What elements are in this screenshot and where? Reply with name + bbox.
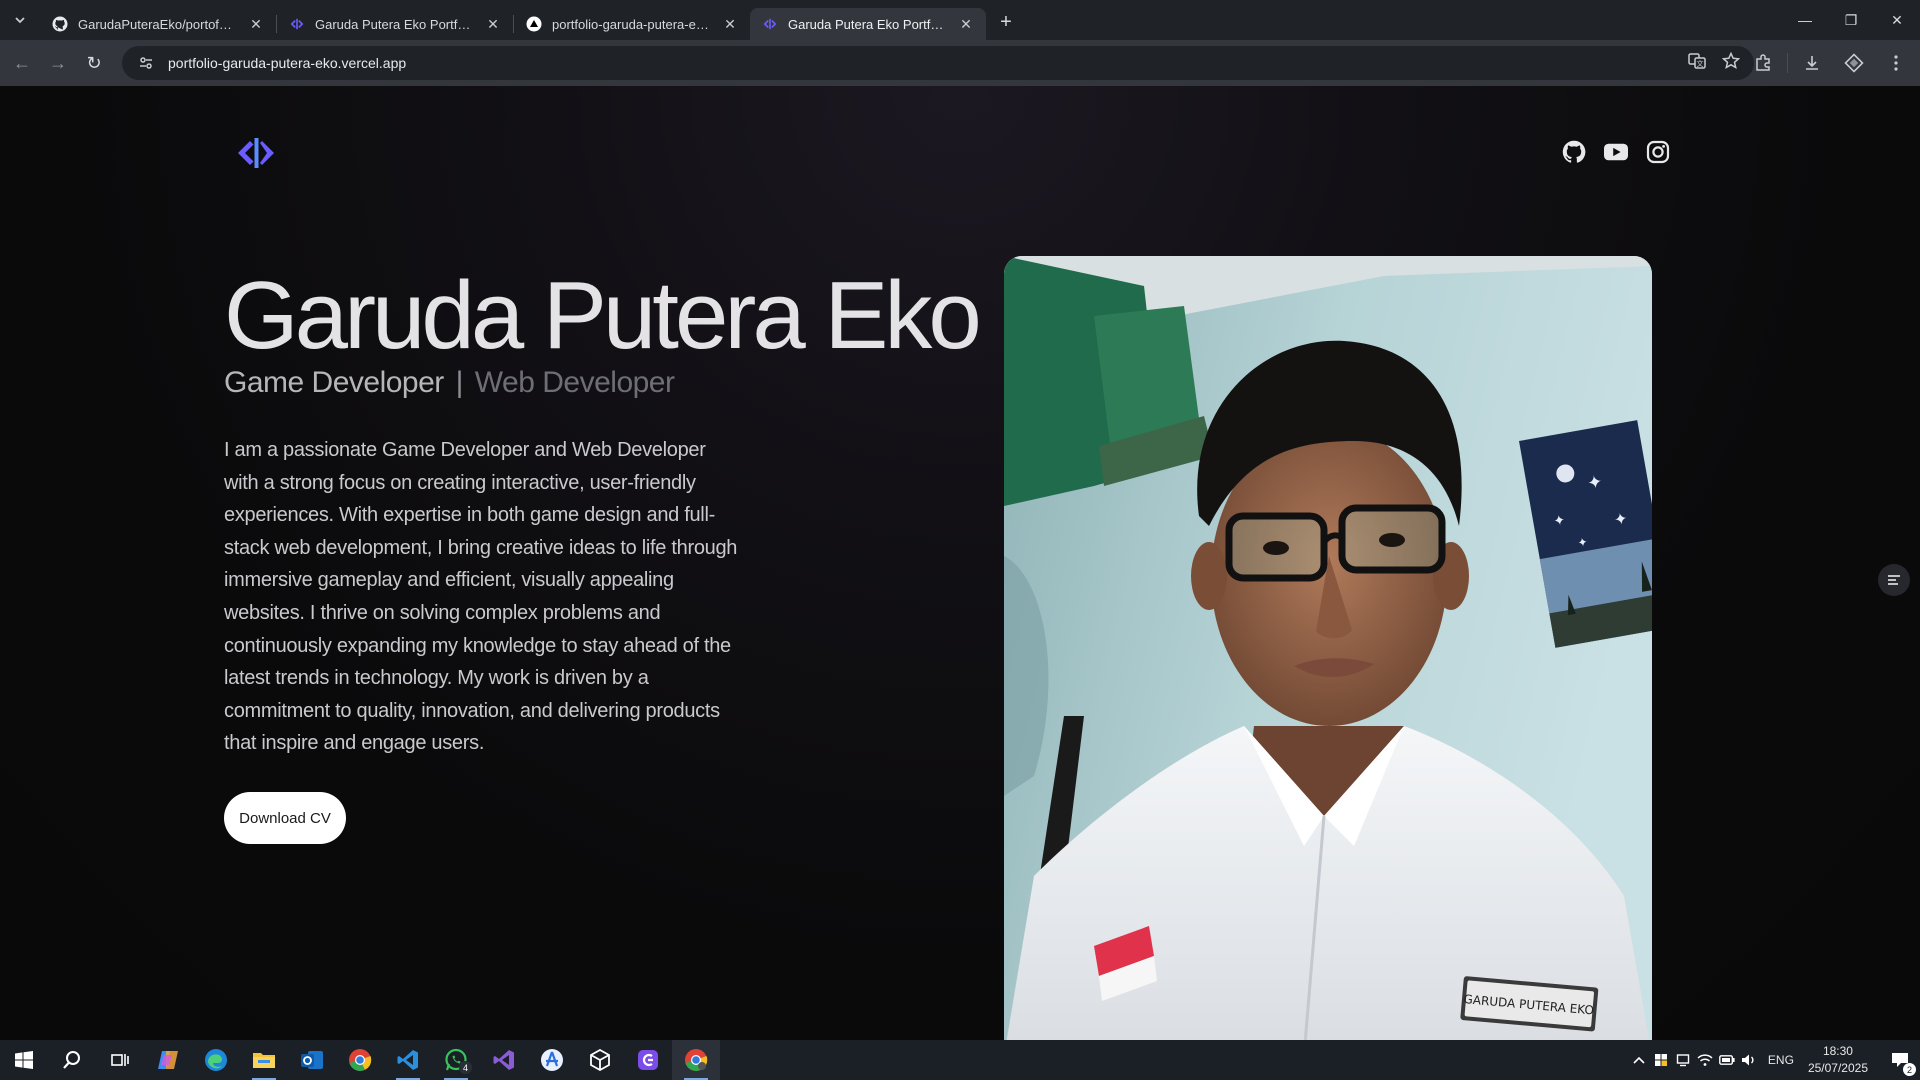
volume-icon[interactable] <box>1738 1040 1760 1080</box>
side-panel-toggle[interactable] <box>1878 564 1910 596</box>
notification-center-icon[interactable]: 2 <box>1880 1040 1920 1080</box>
browser-tab[interactable]: Garuda Putera Eko Portfolio ✕ <box>277 8 513 40</box>
tab-title: portfolio-garuda-putera-eko - Overview <box>552 16 712 32</box>
role-primary: Game Developer <box>224 366 444 399</box>
download-icon[interactable] <box>1794 45 1830 81</box>
tab-title: Garuda Putera Eko Portfolio <box>315 16 475 32</box>
bookmark-star-icon[interactable] <box>1721 51 1741 75</box>
youtube-icon[interactable] <box>1604 140 1628 164</box>
profile-avatar-icon[interactable] <box>1836 45 1872 81</box>
restore-icon[interactable]: ❐ <box>1828 0 1874 40</box>
filter-icon <box>1888 575 1900 585</box>
reload-icon[interactable]: ↻ <box>76 45 112 81</box>
address-bar-actions: 文 <box>1688 46 1741 80</box>
copilot-icon[interactable] <box>144 1040 192 1080</box>
extensions-icon[interactable] <box>1745 45 1781 81</box>
clock-time: 18:30 <box>1822 1044 1853 1058</box>
role-divider: | <box>455 366 464 399</box>
tab-search-button[interactable] <box>0 0 40 40</box>
url-text: portfolio-garuda-putera-eko.vercel.app <box>168 55 407 71</box>
system-tray: ENG 18:30 25/07/2025 2 <box>1628 1040 1920 1080</box>
clock[interactable]: 18:30 25/07/2025 <box>1808 1043 1868 1077</box>
task-view-icon[interactable] <box>96 1040 144 1080</box>
page-viewport: Garuda Putera Eko Game Developer | Web D… <box>0 86 1920 1040</box>
tab-title: Garuda Putera Eko Portfolio <box>788 16 948 32</box>
browser-tab-active[interactable]: Garuda Putera Eko Portfolio ✕ <box>750 8 986 40</box>
role-secondary: Web Developer <box>474 366 675 399</box>
meet-icon[interactable] <box>1672 1040 1694 1080</box>
instagram-icon[interactable] <box>1646 140 1670 164</box>
hero-role: Game Developer | Web Developer <box>224 366 675 400</box>
close-window-icon[interactable]: ✕ <box>1874 0 1920 40</box>
translate-icon[interactable]: 文 <box>1688 52 1706 75</box>
wifi-icon[interactable] <box>1694 1040 1716 1080</box>
browser-toolbar: ← → ↻ portfolio-garuda-putera-eko.vercel… <box>0 40 1920 86</box>
hero-bio: I am a passionate Game Developer and Web… <box>224 439 738 755</box>
github-icon <box>52 16 68 32</box>
file-explorer-icon[interactable] <box>240 1040 288 1080</box>
window-controls: — ❐ ✕ <box>1782 0 1920 40</box>
chevron-down-icon <box>15 17 25 24</box>
site-logo-icon <box>289 16 305 32</box>
hero-name: Garuda Putera Eko <box>224 262 982 369</box>
chrome-icon[interactable] <box>336 1040 384 1080</box>
tab-title: GarudaPuteraEko/portofolio-garuda <box>78 16 238 32</box>
vercel-icon <box>526 16 542 32</box>
download-cv-button[interactable]: Download CV <box>224 792 346 844</box>
outlook-icon[interactable] <box>288 1040 336 1080</box>
minimize-icon[interactable]: — <box>1782 0 1828 40</box>
chevron-up-icon[interactable] <box>1628 1040 1650 1080</box>
notification-badge: 4 <box>459 1061 472 1074</box>
whatsapp-icon[interactable]: 4 <box>432 1040 480 1080</box>
svg-text:文: 文 <box>1697 59 1704 68</box>
social-links <box>1562 140 1670 164</box>
vscode-icon[interactable] <box>384 1040 432 1080</box>
windows-taskbar: 4 ENG 18:30 25/07/2025 2 <box>0 1040 1920 1080</box>
edge-icon[interactable] <box>192 1040 240 1080</box>
site-logo-icon[interactable] <box>236 136 276 170</box>
profile-photo: ✦ ✦ ✦ ✦ GARUDA PUTERA EKO <box>1004 256 1652 1040</box>
browser-tab[interactable]: portfolio-garuda-putera-eko - Overview ✕ <box>514 8 750 40</box>
site-logo-icon <box>762 16 778 32</box>
address-bar[interactable]: portfolio-garuda-putera-eko.vercel.app 文 <box>122 46 1754 80</box>
close-tab-icon[interactable]: ✕ <box>722 16 738 32</box>
visual-studio-icon[interactable] <box>480 1040 528 1080</box>
close-tab-icon[interactable]: ✕ <box>485 16 501 32</box>
app-store-icon[interactable] <box>528 1040 576 1080</box>
battery-icon[interactable] <box>1716 1040 1738 1080</box>
language-indicator[interactable]: ENG <box>1768 1053 1794 1067</box>
site-info-icon[interactable] <box>134 51 158 75</box>
forward-icon[interactable]: → <box>40 45 76 81</box>
search-icon[interactable] <box>48 1040 96 1080</box>
windows-start-icon[interactable] <box>0 1040 48 1080</box>
unity-icon[interactable] <box>576 1040 624 1080</box>
browser-tab[interactable]: GarudaPuteraEko/portofolio-garuda ✕ <box>40 8 276 40</box>
notification-count: 2 <box>1903 1063 1916 1076</box>
new-tab-button[interactable]: + <box>990 6 1022 38</box>
github-icon[interactable] <box>1562 140 1586 164</box>
back-icon[interactable]: ← <box>4 45 40 81</box>
toolbar-divider <box>1787 53 1788 73</box>
browser-tab-bar: GarudaPuteraEko/portofolio-garuda ✕ Garu… <box>0 0 1920 40</box>
game-app-icon[interactable] <box>624 1040 672 1080</box>
close-tab-icon[interactable]: ✕ <box>248 16 264 32</box>
toolbar-actions <box>1745 40 1920 86</box>
defender-icon[interactable] <box>1650 1040 1672 1080</box>
close-tab-icon[interactable]: ✕ <box>958 16 974 32</box>
menu-kebab-icon[interactable] <box>1878 45 1914 81</box>
chrome-active-icon[interactable] <box>672 1040 720 1080</box>
clock-date: 25/07/2025 <box>1807 1061 1868 1075</box>
